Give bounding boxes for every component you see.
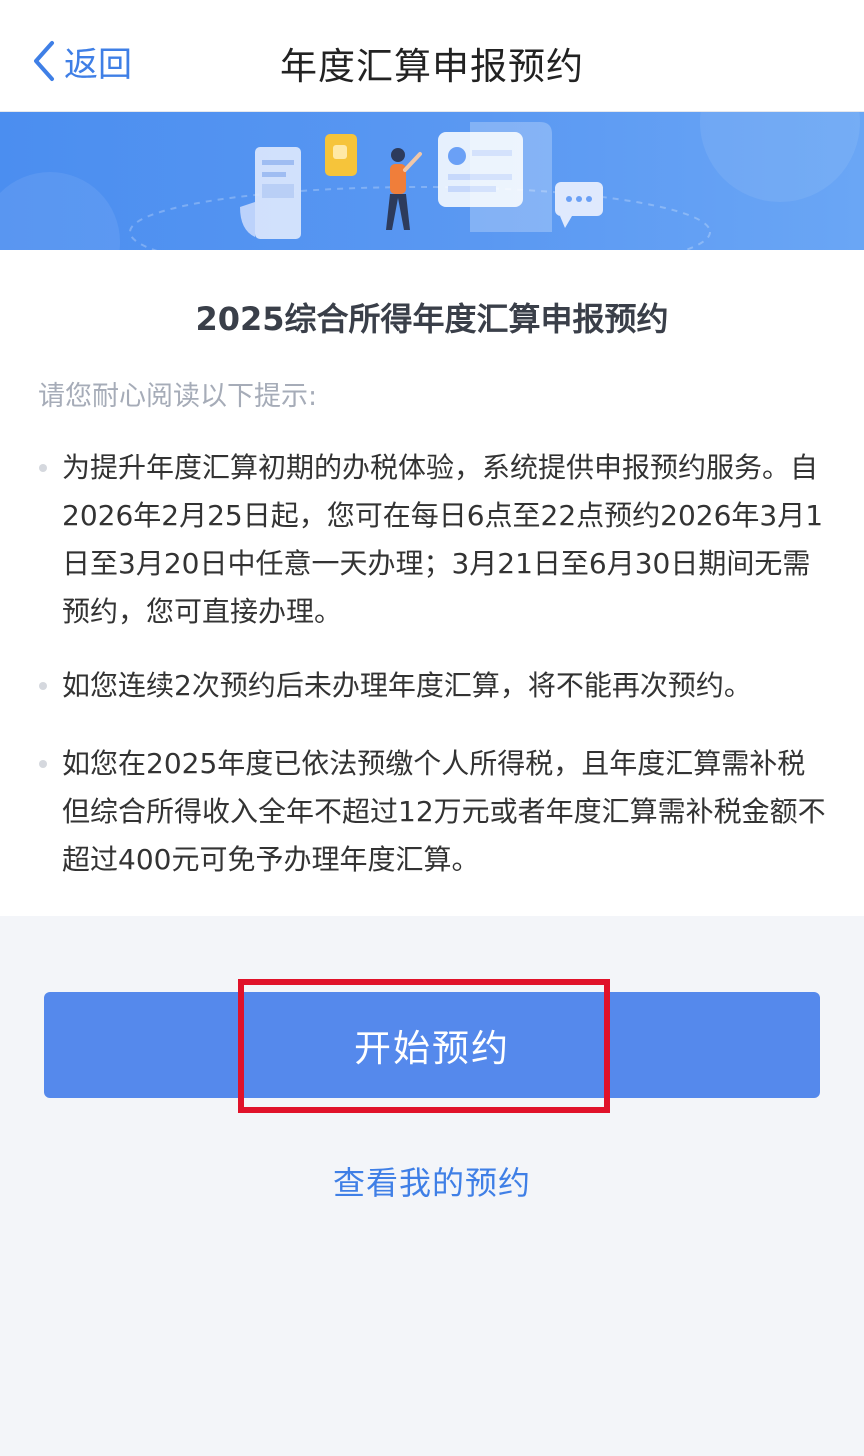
notice-item: 如您在2025年度已依法预缴个人所得税，且年度汇算需补税但综合所得收入全年不超过… xyxy=(39,740,832,884)
start-reservation-label: 开始预约 xyxy=(354,1027,510,1070)
view-my-reservation-link[interactable]: 查看我的预约 xyxy=(0,1158,864,1204)
banner-illustration xyxy=(0,112,860,250)
hero-banner xyxy=(0,112,864,250)
page-title: 年度汇算申报预约 xyxy=(280,45,584,88)
notice-item: 为提升年度汇算初期的办税体验，系统提供申报预约服务。自2026年2月25日起，您… xyxy=(39,444,832,636)
nav-bar: 返回 年度汇算申报预约 xyxy=(0,0,864,112)
notice-item: 如您连续2次预约后未办理年度汇算，将不能再次预约。 xyxy=(39,662,832,710)
notice-intro: 请您耐心阅读以下提示: xyxy=(38,381,318,412)
notice-card: 2025综合所得年度汇算申报预约 请您耐心阅读以下提示: 为提升年度汇算初期的办… xyxy=(0,250,864,916)
start-reservation-button[interactable]: 开始预约 xyxy=(44,992,820,1098)
card-title: 2025综合所得年度汇算申报预约 xyxy=(195,300,669,338)
